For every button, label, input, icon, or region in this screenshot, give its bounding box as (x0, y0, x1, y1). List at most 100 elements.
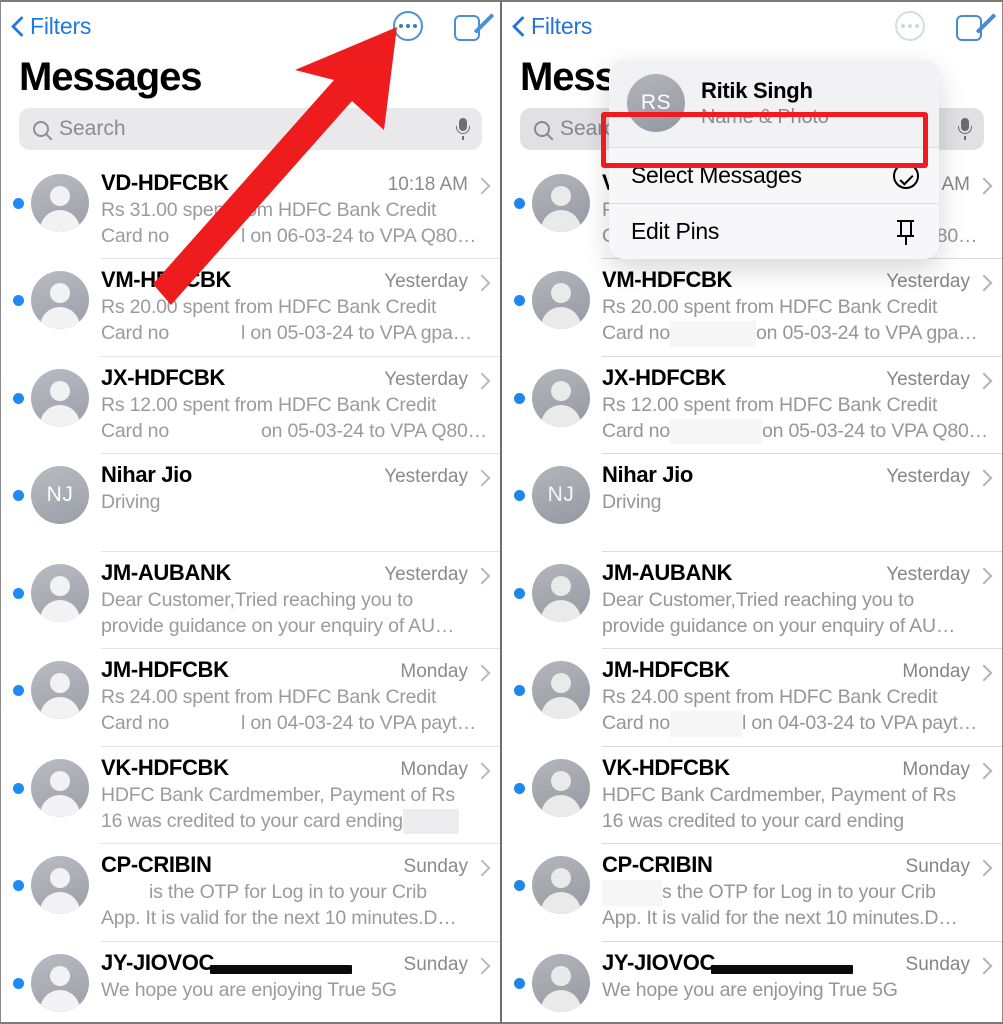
conversation-time: Yesterday (886, 466, 970, 488)
snippet-line-1: Driving (602, 491, 662, 514)
chevron-right-icon (978, 570, 988, 580)
chevron-left-icon (11, 15, 24, 37)
list-item[interactable]: VM-HDFCBK Yesterday Rs 20.00 spent from … (502, 258, 1002, 355)
unread-indicator (13, 880, 24, 892)
microphone-icon[interactable] (958, 118, 972, 140)
list-item[interactable]: CP-CRIBIN Sunday is the OTP for Log in t… (1, 843, 500, 940)
search-bar-container: Search (1, 108, 500, 150)
chevron-right-icon (978, 180, 988, 190)
conversation-time: Yesterday (384, 466, 468, 488)
redaction-bar (711, 964, 854, 974)
list-item[interactable]: JY-JIOVOC Sunday We hope you are enjoyin… (1, 940, 500, 1021)
avatar-initials: RS (640, 91, 672, 114)
conversation-snippet: Driving (602, 490, 988, 541)
menu-item-label: Select Messages (631, 162, 802, 188)
unread-indicator (514, 392, 525, 404)
avatar (532, 174, 590, 232)
conversation-time: Monday (400, 758, 468, 780)
snippet-line-2b: l on 04-03-24 to VPA payt… (240, 712, 477, 735)
left-phone-content: Filters Messages Search VD-HDFCBK 10:18 … (1, 2, 500, 1022)
list-item[interactable]: JM-AUBANK Yesterday Dear Customer,Tried … (502, 550, 1002, 648)
list-item[interactable]: JX-HDFCBK Yesterday Rs 12.00 spent from … (1, 355, 500, 453)
conversation-time: Monday (902, 758, 970, 780)
page-title: Messages (19, 55, 203, 99)
left-phone-panel: Filters Messages Search VD-HDFCBK 10:18 … (0, 0, 501, 1024)
chevron-right-icon (476, 472, 486, 482)
avatar (31, 758, 89, 817)
avatar (532, 856, 590, 915)
conversation-snippet: We hope you are enjoying True 5G (602, 978, 988, 1004)
snippet-line-1: Dear Customer,Tried reaching you to (101, 588, 414, 611)
avatar (532, 271, 590, 330)
conversation-title: CP-CRIBIN (101, 852, 212, 878)
conversation-time: Yesterday (384, 368, 468, 390)
chevron-right-icon (978, 862, 988, 872)
conversation-time: Yesterday (886, 563, 970, 585)
list-item[interactable]: VK-HDFCBK Monday HDFC Bank Cardmember, P… (502, 745, 1002, 843)
back-to-filters-button[interactable]: Filters (512, 13, 592, 40)
list-item[interactable]: JM-HDFCBK Monday Rs 24.00 spent from HDF… (1, 648, 500, 745)
snippet-line-1: Rs 12.00 spent from HDFC Bank Credit (602, 393, 938, 416)
menu-item-select-messages[interactable]: Select Messages (609, 148, 939, 203)
list-item[interactable]: VM-HDFCBK Yesterday Rs 20.00 spent from … (1, 258, 500, 355)
conversation-time: Sunday (905, 953, 970, 975)
ellipsis-circle-icon[interactable] (895, 11, 925, 41)
chevron-right-icon (978, 277, 988, 287)
list-item[interactable]: NJ Nihar Jio Yesterday Driving (1, 453, 500, 550)
conversation-snippet: is the OTP for Log in to your Crib App. … (101, 880, 486, 931)
chevron-right-icon (476, 277, 486, 287)
profile-subtitle: Name & Photo (701, 105, 829, 128)
profile-row[interactable]: RS Ritik Singh Name & Photo (609, 60, 939, 147)
snippet-line-1: is the OTP for Log in to your Crib (149, 881, 427, 904)
list-item[interactable]: CP-CRIBIN Sunday s the OTP for Log in to… (502, 843, 1002, 940)
unread-indicator (13, 977, 24, 989)
chevron-right-icon (476, 960, 486, 970)
right-phone-panel: Filters Messages Search (501, 0, 1003, 1024)
snippet-line-1: We hope you are enjoying True 5G (101, 978, 397, 1001)
conversation-snippet: We hope you are enjoying True 5G (101, 978, 486, 1004)
compose-icon[interactable] (955, 10, 997, 43)
compose-icon[interactable] (453, 10, 495, 43)
snippet-line-1: Rs 24.00 spent from HDFC Bank Credit (602, 686, 938, 709)
snippet-line-2a: Card no (602, 419, 670, 442)
conversation-title: JM-HDFCBK (602, 657, 730, 683)
list-item[interactable]: NJ Nihar Jio Yesterday Driving (502, 453, 1002, 550)
search-input[interactable]: Search (19, 108, 482, 150)
conversation-snippet: Rs 31.00 spent from HDFC Bank Credit Car… (101, 198, 486, 250)
list-item[interactable]: JX-HDFCBK Yesterday Rs 12.00 spent from … (502, 355, 1002, 453)
back-to-filters-button[interactable]: Filters (11, 13, 91, 40)
conversation-snippet: Rs 24.00 spent from HDFC Bank Credit Car… (602, 685, 988, 737)
snippet-line-1: Driving (101, 491, 161, 514)
avatar (31, 368, 89, 427)
microphone-icon[interactable] (456, 118, 470, 140)
conversation-title: VM-HDFCBK (101, 267, 232, 293)
conversation-snippet: Rs 20.00 spent from HDFC Bank Credit Car… (101, 295, 486, 347)
avatar (31, 174, 89, 232)
nav-actions (393, 10, 495, 43)
conversation-time: Sunday (905, 856, 970, 878)
list-item[interactable]: JY-JIOVOC Sunday We hope you are enjoyin… (502, 940, 1002, 1021)
conversation-snippet: HDFC Bank Cardmember, Payment of Rs 16 w… (602, 783, 988, 834)
conversation-title: JX-HDFCBK (602, 364, 726, 390)
avatar (31, 856, 89, 915)
conversation-title: Nihar Jio (602, 462, 693, 488)
avatar (532, 953, 590, 1012)
list-item[interactable]: JM-HDFCBK Monday Rs 24.00 spent from HDF… (502, 648, 1002, 745)
unread-indicator (13, 198, 24, 209)
conversation-title: JY-JIOVOC (101, 949, 215, 975)
conversation-title: JM-HDFCBK (101, 657, 229, 683)
chevron-right-icon (978, 472, 988, 482)
conversation-list: VD-HDFCBK 10:18 AM Rs 31.00 spent from H… (502, 161, 1002, 1021)
chevron-left-icon (512, 15, 525, 37)
conversation-list: VD-HDFCBK 10:18 AM Rs 31.00 spent from H… (1, 161, 500, 1021)
avatar-initials: NJ (46, 483, 74, 507)
avatar: NJ (532, 466, 590, 525)
list-item[interactable]: VK-HDFCBK Monday HDFC Bank Cardmember, P… (1, 745, 500, 843)
search-placeholder: Search (59, 117, 126, 140)
snippet-line-2a: Card no (602, 712, 670, 735)
list-item[interactable]: VD-HDFCBK 10:18 AM Rs 31.00 spent from H… (1, 161, 500, 258)
menu-item-edit-pins[interactable]: Edit Pins (609, 204, 939, 259)
ellipsis-circle-icon[interactable] (393, 11, 423, 41)
snippet-line-1: HDFC Bank Cardmember, Payment of Rs (602, 783, 956, 806)
list-item[interactable]: JM-AUBANK Yesterday Dear Customer,Tried … (1, 550, 500, 648)
